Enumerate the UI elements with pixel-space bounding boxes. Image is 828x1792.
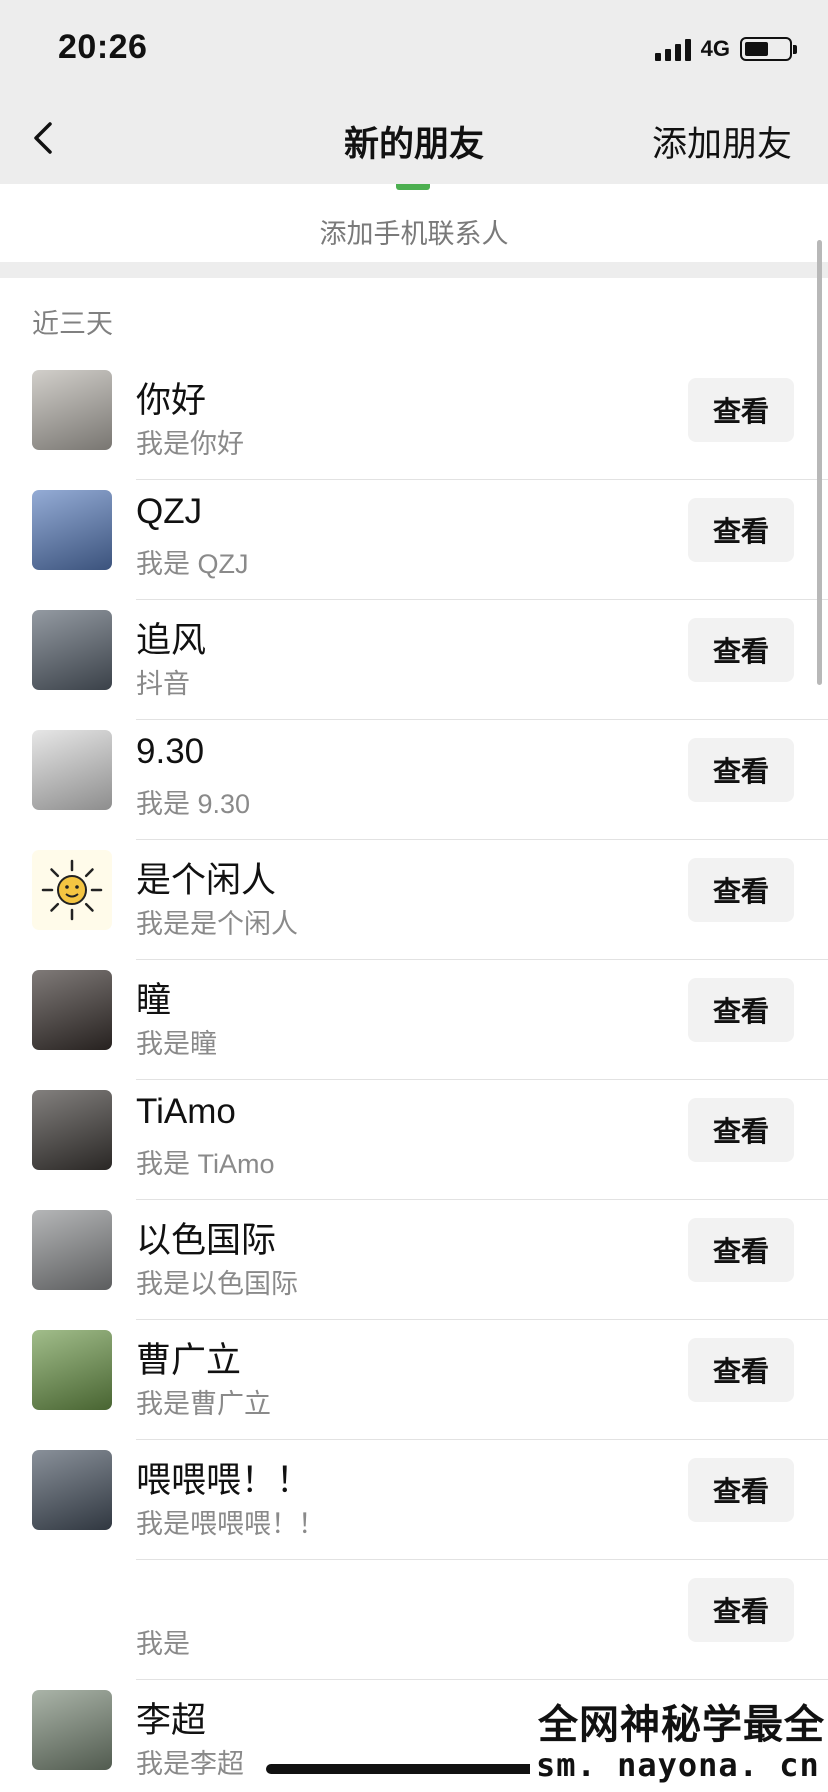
battery-level (745, 42, 769, 56)
view-button[interactable]: 查看 (688, 1338, 794, 1402)
contact-name: 以色国际 (136, 1221, 277, 1260)
list-item[interactable]: 9.30 我是 9.30 查看 (0, 720, 828, 840)
avatar[interactable] (32, 370, 112, 450)
list-item[interactable]: TiAmo 我是 TiAmo 查看 (0, 1080, 828, 1200)
view-button[interactable]: 查看 (688, 618, 794, 682)
avatar[interactable] (32, 1450, 112, 1530)
request-message: 我是是个闲人 (136, 909, 298, 939)
avatar[interactable] (32, 1090, 112, 1170)
contact-name: 9.30 (136, 732, 205, 771)
view-button[interactable]: 查看 (688, 378, 794, 442)
list-item[interactable]: 曹广立我是曹广立 查看 (0, 1320, 828, 1440)
add-phone-contacts-label: 添加手机联系人 (319, 219, 509, 249)
status-indicators: 4G (654, 36, 797, 62)
list-item[interactable]: 是个闲人我是是个闲人 查看 (0, 840, 828, 960)
list-item[interactable]: 瞳我是瞳 查看 (0, 960, 828, 1080)
avatar[interactable] (32, 1690, 112, 1770)
contact-name: 李超 (136, 1701, 207, 1740)
view-button[interactable]: 查看 (688, 1458, 794, 1522)
network-type: 4G (700, 36, 730, 61)
list-item[interactable]: 你好我是你好 查看 (0, 360, 828, 480)
avatar[interactable] (32, 1210, 112, 1290)
request-message: 我是曹广立 (136, 1389, 271, 1419)
view-button[interactable]: 查看 (688, 738, 794, 802)
watermark: 全网神秘学最全 sm. nayona. cn (530, 1686, 828, 1792)
request-message: 我是 QZJ (136, 549, 249, 579)
contact-name: 你好 (136, 381, 207, 420)
contact-name: 是个闲人 (136, 861, 277, 900)
view-button[interactable]: 查看 (688, 1218, 794, 1282)
watermark-line1: 全网神秘学最全 (538, 1703, 825, 1747)
request-message: 抖音 (136, 669, 190, 699)
friend-request-list: 你好 我是你好 查看 QZJ 我是 QZJ 查看 追风 抖音 查看 9.30 我是 9.30 查看 是个… (0, 360, 828, 1792)
list-item[interactable]: 以色国际我是以色国际 查看 (0, 1200, 828, 1320)
request-message: 我是以色国际 (136, 1269, 298, 1299)
view-button[interactable]: 查看 (688, 1098, 794, 1162)
add-phone-contacts[interactable]: 添加手机联系人 (0, 184, 828, 262)
contact-name: QZJ (136, 492, 203, 531)
contact-name: 曹广立 (136, 1341, 242, 1380)
request-message: 我是你好 (136, 429, 244, 459)
watermark-line2: sm. nayona. cn (536, 1746, 820, 1784)
view-button[interactable]: 查看 (688, 498, 794, 562)
battery-icon (740, 37, 797, 61)
scrollbar[interactable] (817, 240, 822, 685)
request-message: 我是 TiAmo (136, 1149, 275, 1179)
request-message: 我是瞳 (136, 1029, 217, 1059)
contact-name: 喂喂喂！！ (136, 1461, 312, 1500)
request-message: 我是 (136, 1629, 190, 1659)
avatar[interactable] (32, 490, 112, 570)
contact-name: 瞳 (136, 981, 172, 1020)
contact-name: TiAmo (136, 1092, 236, 1131)
request-message: 我是 9.30 (136, 789, 251, 819)
section-separator (0, 262, 828, 278)
request-message: 我是喂喂喂！！ (136, 1509, 325, 1539)
list-item[interactable]: QZJ 我是 QZJ 查看 (0, 480, 828, 600)
list-item[interactable]: 我是 查看 (0, 1560, 828, 1680)
contact-name: 追风 (136, 621, 207, 660)
status-time: 20:26 (58, 28, 148, 66)
header: 20:26 4G 新的朋友 添加朋友 (0, 0, 828, 184)
section-title: 近三天 (32, 309, 113, 339)
list-item[interactable]: 喂喂喂！！ 我是喂喂喂！！ 查看 (0, 1440, 828, 1560)
avatar[interactable] (32, 730, 112, 810)
request-message: 我是李超 (136, 1749, 244, 1779)
view-button[interactable]: 查看 (688, 1578, 794, 1642)
avatar[interactable] (32, 1330, 112, 1410)
avatar[interactable] (32, 610, 112, 690)
avatar[interactable] (32, 970, 112, 1050)
green-marker (396, 184, 430, 190)
avatar[interactable] (32, 850, 112, 930)
signal-icon (654, 37, 691, 61)
view-button[interactable]: 查看 (688, 978, 794, 1042)
add-friend-button[interactable]: 添加朋友 (652, 116, 792, 167)
list-item[interactable]: 追风抖音 查看 (0, 600, 828, 720)
home-indicator[interactable] (266, 1764, 560, 1774)
view-button[interactable]: 查看 (688, 858, 794, 922)
